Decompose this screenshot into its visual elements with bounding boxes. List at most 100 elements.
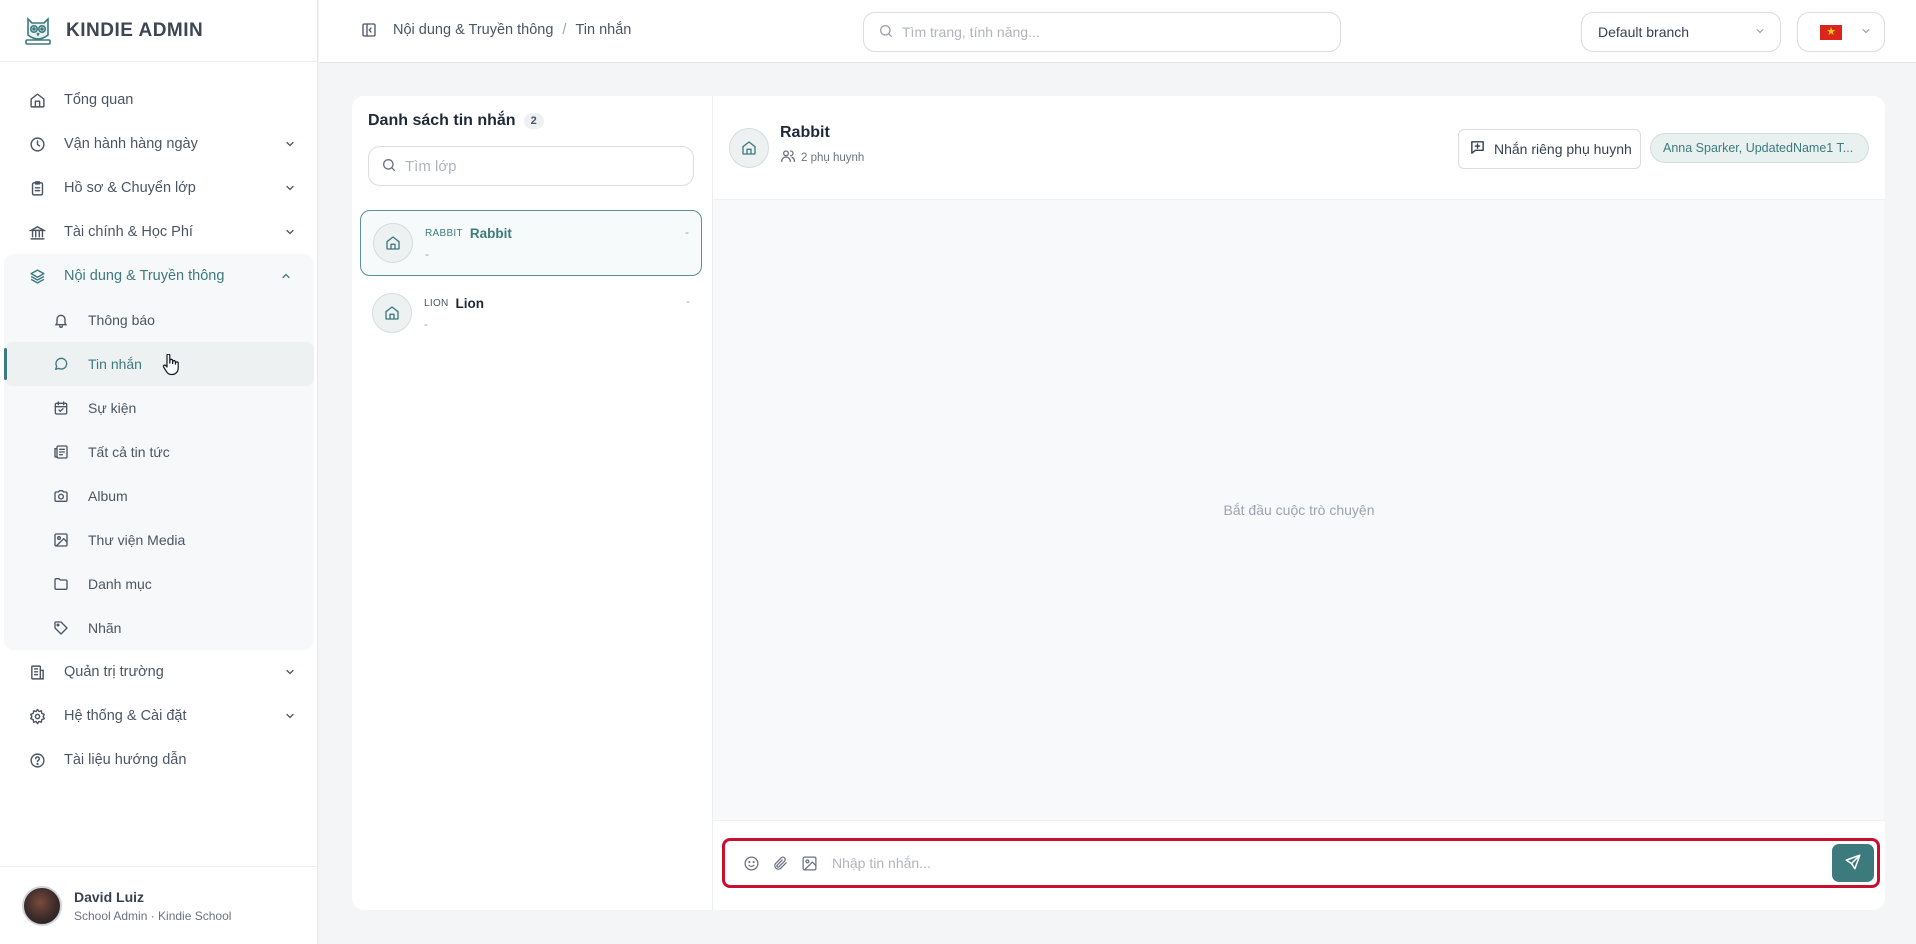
newspaper-icon	[52, 443, 70, 461]
class-search[interactable]	[368, 146, 694, 186]
users-icon	[780, 148, 796, 167]
clipboard-icon	[28, 179, 46, 197]
class-avatar	[373, 223, 413, 263]
chevron-down-icon	[282, 180, 298, 196]
hand-cursor-icon	[162, 353, 180, 379]
members-chip[interactable]: Anna Sparker, UpdatedName1 T...	[1650, 133, 1869, 163]
sidebar: KINDIE ADMIN Tổng quan Vận hành hàng ngà…	[0, 0, 318, 944]
class-name: Rabbit	[469, 225, 512, 241]
brand[interactable]: KINDIE ADMIN	[0, 0, 317, 62]
sidebar-item-label: Hệ thống & Cài đặt	[64, 708, 187, 724]
conversation-item-lion[interactable]: LION Lion - -	[360, 280, 702, 346]
breadcrumb-separator: /	[562, 22, 567, 38]
sidebar-item-label: Quản trị trường	[64, 664, 164, 680]
sidebar-group-content: Nội dung & Truyền thông Thông báo Tin nh…	[4, 254, 314, 650]
message-composer	[722, 838, 1880, 888]
tag-icon	[52, 619, 70, 637]
sidebar-subitem-label: Album	[88, 488, 128, 504]
branch-value: Default branch	[1598, 24, 1690, 40]
breadcrumb-item[interactable]: Nội dung & Truyền thông	[393, 22, 553, 38]
sidebar-subitem-messages[interactable]: Tin nhắn	[4, 342, 314, 386]
sidebar-item-daily-operations[interactable]: Vận hành hàng ngày	[0, 122, 318, 166]
layers-icon	[28, 267, 46, 285]
clock-icon	[28, 135, 46, 153]
sidebar-item-overview[interactable]: Tổng quan	[0, 78, 318, 122]
sidebar-item-profiles[interactable]: Hồ sơ & Chuyển lớp	[0, 166, 318, 210]
breadcrumb: Nội dung & Truyền thông / Tin nhắn	[361, 22, 631, 38]
sidebar-item-finance[interactable]: Tài chính & Học Phí	[0, 210, 318, 254]
sidebar-item-school-admin[interactable]: Quản trị trường	[0, 650, 318, 694]
sidebar-item-label: Tài liệu hướng dẫn	[64, 752, 187, 768]
building-icon	[28, 663, 46, 681]
sidebar-item-content-media[interactable]: Nội dung & Truyền thông	[4, 254, 314, 298]
class-code: RABBIT	[425, 227, 463, 239]
sidebar-item-label: Tài chính & Học Phí	[64, 224, 193, 240]
message-input[interactable]	[832, 855, 1832, 871]
class-code: LION	[424, 297, 449, 309]
sidebar-item-label: Tổng quan	[64, 92, 134, 108]
chevron-down-icon	[282, 708, 298, 724]
global-search[interactable]	[863, 12, 1341, 52]
chat-header: Rabbit 2 phụ huynh Nhắn riêng phụ huynh …	[713, 96, 1885, 200]
chat-title: Rabbit	[780, 124, 830, 141]
sidebar-subitem-label: Sự kiện	[88, 400, 137, 416]
camera-icon	[52, 487, 70, 505]
sidebar-subitem-label: Nhãn	[88, 620, 122, 636]
sidebar-subitem-all-news[interactable]: Tất cả tin tức	[4, 430, 314, 474]
image-icon	[52, 531, 70, 549]
message-plus-icon	[1469, 139, 1486, 159]
search-input[interactable]	[902, 24, 1302, 40]
last-message: -	[424, 316, 428, 331]
sidebar-nav: Tổng quan Vận hành hàng ngày Hồ sơ & Chu…	[0, 78, 318, 782]
owl-logo-icon	[20, 13, 56, 49]
sidebar-item-label: Nội dung & Truyền thông	[64, 268, 225, 284]
message-list-title: Danh sách tin nhắn	[368, 112, 516, 129]
chevron-down-icon	[1754, 24, 1766, 40]
private-message-label: Nhắn riêng phụ huynh	[1494, 141, 1632, 157]
sidebar-subitem-album[interactable]: Album	[4, 474, 314, 518]
conversation-item-rabbit[interactable]: RABBIT Rabbit - -	[360, 210, 702, 276]
class-name: Lion	[455, 295, 485, 311]
folder-icon	[52, 575, 70, 593]
chevron-down-icon	[282, 224, 298, 240]
search-icon	[381, 157, 397, 176]
private-message-button[interactable]: Nhắn riêng phụ huynh	[1458, 129, 1641, 169]
branch-select[interactable]: Default branch	[1581, 12, 1781, 52]
sidebar-item-label: Vận hành hàng ngày	[64, 136, 198, 152]
sidebar-item-system-settings[interactable]: Hệ thống & Cài đặt	[0, 694, 318, 738]
breadcrumb-current: Tin nhắn	[575, 22, 632, 38]
chat-panel: Rabbit 2 phụ huynh Nhắn riêng phụ huynh …	[712, 96, 1885, 910]
count-badge: 2	[523, 113, 544, 129]
user-role: School Admin · Kindie School	[74, 908, 232, 923]
sidebar-subitem-events[interactable]: Sự kiện	[4, 386, 314, 430]
send-icon	[1844, 853, 1862, 874]
sidebar-subitem-label: Thông báo	[88, 312, 155, 328]
message-list-header: Danh sách tin nhắn 2	[368, 112, 544, 130]
sidebar-subitem-notifications[interactable]: Thông báo	[4, 298, 314, 342]
class-avatar	[372, 293, 412, 333]
help-circle-icon	[28, 751, 46, 769]
last-message: -	[425, 246, 429, 261]
sidebar-item-docs[interactable]: Tài liệu hướng dẫn	[0, 738, 318, 782]
brand-name: KINDIE ADMIN	[66, 19, 204, 41]
sidebar-toggle-icon[interactable]	[361, 22, 377, 38]
gear-icon	[28, 707, 46, 725]
image-icon[interactable]	[799, 853, 819, 873]
paperclip-icon[interactable]	[770, 853, 790, 873]
avatar	[22, 885, 62, 926]
class-search-input[interactable]	[405, 157, 685, 175]
sidebar-subitem-categories[interactable]: Danh mục	[4, 562, 314, 606]
chat-subtitle: 2 phụ huynh	[780, 148, 864, 167]
emoji-icon[interactable]	[741, 853, 761, 873]
sidebar-subitem-label: Tin nhắn	[88, 356, 142, 372]
user-profile[interactable]: David Luiz School Admin · Kindie School	[0, 866, 318, 944]
bank-icon	[28, 223, 46, 241]
vn-flag-icon: ★	[1820, 24, 1842, 40]
language-select[interactable]: ★	[1797, 12, 1885, 52]
sidebar-subitem-media-library[interactable]: Thư viện Media	[4, 518, 314, 562]
send-button[interactable]	[1832, 844, 1874, 882]
sidebar-subitem-tags[interactable]: Nhãn	[4, 606, 314, 650]
topbar: Nội dung & Truyền thông / Tin nhắn Defau…	[319, 0, 1916, 63]
composer-area	[713, 820, 1885, 910]
chevron-down-icon	[282, 136, 298, 152]
